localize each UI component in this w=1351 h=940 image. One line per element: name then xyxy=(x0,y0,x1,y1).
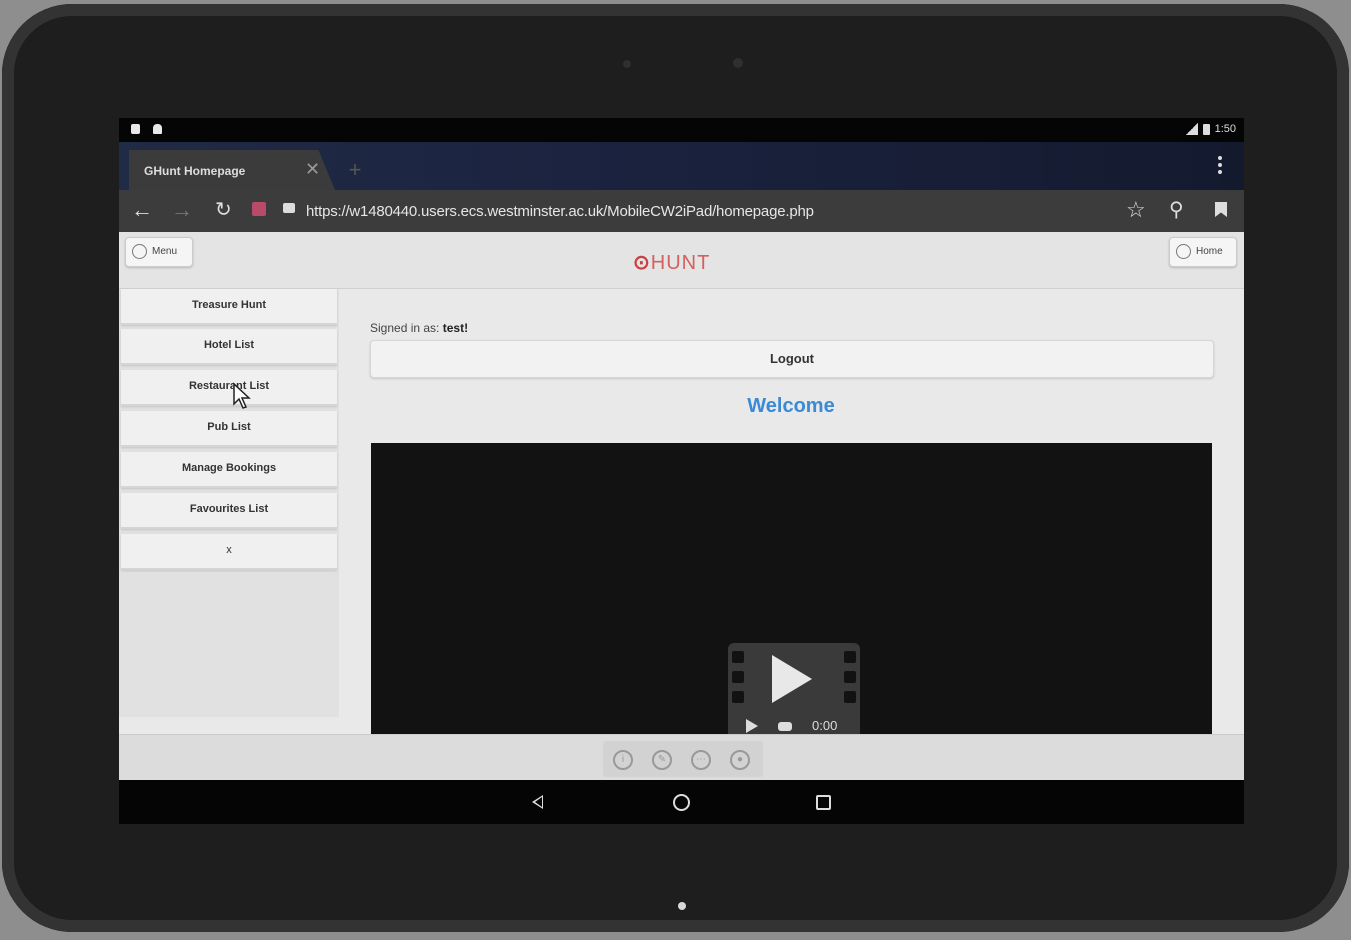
film-holes-right xyxy=(844,651,858,711)
chat-icon[interactable]: ⋯ xyxy=(691,750,711,770)
user-icon[interactable]: ● xyxy=(730,750,750,770)
sd-card-icon xyxy=(131,124,140,134)
ghunt-logo: ⊙HUNT xyxy=(633,250,710,275)
signed-in-text: Signed in as: test! xyxy=(370,321,468,335)
new-tab-button[interactable]: + xyxy=(337,154,373,190)
footer-icon-bar: i ✎ ⋯ ● xyxy=(603,741,763,777)
menu-button-label: Menu xyxy=(152,246,178,257)
signed-in-prefix: Signed in as: xyxy=(370,321,440,335)
sidebar-item-hotel-list[interactable]: Hotel List xyxy=(121,329,337,365)
front-camera xyxy=(623,60,631,68)
menu-button[interactable]: Menu xyxy=(125,237,193,267)
tablet-indicator-dot xyxy=(678,902,686,910)
home-button[interactable]: Home xyxy=(1169,237,1237,267)
sidebar-item-treasure-hunt[interactable]: Treasure Hunt xyxy=(121,289,337,325)
reload-icon[interactable]: ↻ xyxy=(215,199,232,221)
welcome-heading: Welcome xyxy=(747,395,835,417)
sidebar-close-button[interactable]: x xyxy=(121,534,337,570)
url-field[interactable]: https://w1480440.users.ecs.westminster.a… xyxy=(306,203,814,220)
web-page: Menu ⊙HUNT Home Treasure Hunt Hotel List… xyxy=(119,232,1244,780)
search-icon[interactable]: ⚲ xyxy=(1169,199,1184,221)
page-footer: i ✎ ⋯ ● xyxy=(119,734,1244,781)
nav-back-icon[interactable] xyxy=(532,795,543,809)
light-sensor xyxy=(733,58,743,68)
volume-icon[interactable] xyxy=(778,722,792,731)
lock-icon xyxy=(283,203,295,213)
android-nav-bar xyxy=(119,780,1244,824)
nav-home-icon[interactable] xyxy=(673,794,690,811)
overflow-menu-icon[interactable] xyxy=(1218,156,1222,177)
logo-mark: ⊙ xyxy=(633,252,651,274)
play-icon[interactable] xyxy=(772,655,812,703)
main-content: Signed in as: test! Logout Welcome 0:00 xyxy=(341,289,1244,780)
video-player[interactable]: 0:00 xyxy=(371,443,1212,780)
sidebar-item-manage-bookings[interactable]: Manage Bookings xyxy=(121,452,337,488)
page-header: Menu ⊙HUNT Home xyxy=(119,232,1244,289)
status-time: 1:50 xyxy=(1214,123,1236,135)
home-icon xyxy=(1176,244,1191,259)
browser-toolbar: ← → ↻ https://w1480440.users.ecs.westmin… xyxy=(119,190,1244,232)
tab-close-icon[interactable]: ✕ xyxy=(305,159,320,180)
menu-icon xyxy=(132,244,147,259)
back-icon[interactable]: ← xyxy=(131,199,153,221)
battery-icon xyxy=(1202,123,1210,135)
mouse-cursor-icon xyxy=(233,382,251,409)
logout-button[interactable]: Logout xyxy=(370,340,1214,378)
tab-title: GHunt Homepage xyxy=(144,164,246,178)
logo-text: HUNT xyxy=(650,252,711,274)
browser-tab-strip: GHunt Homepage ✕ + xyxy=(119,142,1244,190)
device-screen: 1:50 GHunt Homepage ✕ + ← → ↻ https://w1… xyxy=(119,118,1244,824)
info-icon[interactable]: i xyxy=(613,750,633,770)
signed-in-username: test! xyxy=(442,321,469,335)
android-icon xyxy=(153,124,162,134)
side-menu: Treasure Hunt Hotel List Restaurant List… xyxy=(119,289,339,717)
home-button-label: Home xyxy=(1196,246,1223,257)
video-time: 0:00 xyxy=(812,718,838,733)
status-bar: 1:50 xyxy=(119,118,1244,142)
site-grid-icon[interactable] xyxy=(252,202,266,216)
signal-icon xyxy=(1185,123,1198,135)
edit-icon[interactable]: ✎ xyxy=(652,750,672,770)
film-holes-left xyxy=(732,651,746,711)
bookmark-icon[interactable] xyxy=(1215,202,1227,217)
small-play-icon[interactable] xyxy=(746,719,758,733)
browser-tab[interactable]: GHunt Homepage ✕ xyxy=(129,150,335,190)
star-icon[interactable]: ☆ xyxy=(1126,199,1146,221)
forward-icon[interactable]: → xyxy=(171,199,193,221)
nav-recents-icon[interactable] xyxy=(816,795,831,810)
sidebar-item-restaurant-list[interactable]: Restaurant List xyxy=(121,370,337,406)
sidebar-item-favourites-list[interactable]: Favourites List xyxy=(121,493,337,529)
sidebar-item-pub-list[interactable]: Pub List xyxy=(121,411,337,447)
